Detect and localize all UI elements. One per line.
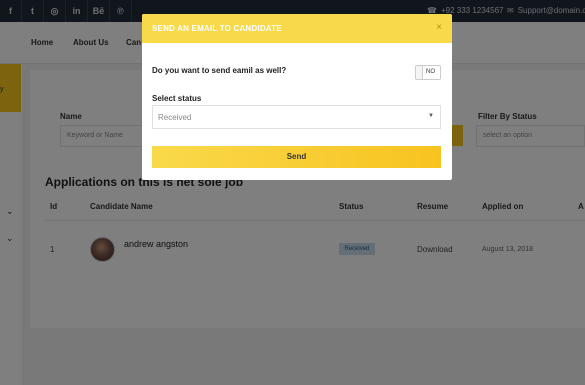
send-button[interactable]: Send (152, 146, 441, 168)
send-email-modal: SEND AN EMAIL TO CANDIDATE × Do you want… (142, 14, 452, 180)
close-icon[interactable]: × (436, 22, 442, 33)
send-email-toggle[interactable]: NO (415, 65, 441, 80)
modal-header: SEND AN EMAIL TO CANDIDATE × (142, 14, 452, 43)
status-select[interactable]: Received ▼ (152, 105, 441, 129)
toggle-knob (416, 66, 423, 79)
caret-down-icon: ▼ (428, 113, 434, 119)
send-email-question: Do you want to send eamil as well? (152, 66, 287, 75)
modal-title: SEND AN EMAIL TO CANDIDATE (152, 24, 282, 33)
status-select-value: Received (158, 113, 192, 122)
send-button-label: Send (286, 152, 307, 161)
toggle-label: NO (426, 69, 435, 75)
select-status-label: Select status (152, 94, 202, 103)
